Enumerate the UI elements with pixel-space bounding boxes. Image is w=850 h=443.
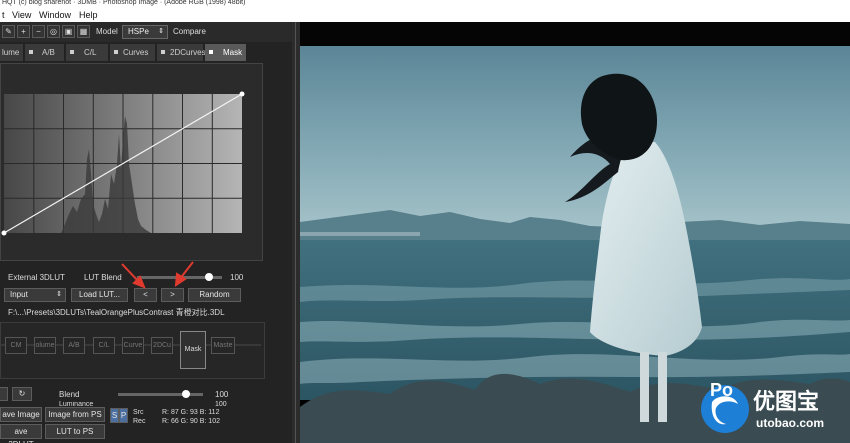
window-title: HQT (c) blog sharenot · 3DMB · Photoshop… xyxy=(0,0,850,8)
zoom-in-icon[interactable]: + xyxy=(17,25,30,38)
left-edge-button[interactable] xyxy=(0,387,8,401)
frame-icon[interactable]: ▣ xyxy=(62,25,75,38)
flow-node-volume[interactable]: olume xyxy=(34,337,56,354)
rec-label: Rec xyxy=(133,418,146,425)
eyedropper-icon[interactable]: ✎ xyxy=(2,25,15,38)
watermark-brand-cn: 优图宝 xyxy=(753,390,820,415)
blend-label: Blend xyxy=(59,390,80,399)
curve-point-black[interactable] xyxy=(1,230,7,236)
annotation-arrows xyxy=(121,261,194,289)
tab-label: A/B xyxy=(42,48,55,57)
leg-right xyxy=(658,352,667,422)
tab-marker-icon xyxy=(29,50,33,54)
flow-node-curves[interactable]: Curve xyxy=(122,337,144,354)
tab-label: 2DCurves xyxy=(170,48,206,57)
menu-bar: t View Window Help xyxy=(0,8,850,22)
flow-node-ab[interactable]: A/B xyxy=(63,337,85,354)
tab-label: Mask xyxy=(223,48,243,57)
rec-values: R: 66 G: 90 B: 102 xyxy=(162,418,220,425)
model-select-value: HSPe xyxy=(128,27,149,36)
tab-volume[interactable]: lume xyxy=(0,44,24,61)
luminance-label: Luminance xyxy=(59,401,94,406)
watermark-url: utobao.com xyxy=(756,416,824,430)
tab-marker-icon xyxy=(70,50,74,54)
toolbar: ✎ + − ◎ ▣ ▦ Model HSPe ⇕ Compare xyxy=(0,22,292,42)
tab-bar: lume A/B C/L Curves 2DCurves Mask xyxy=(0,44,292,61)
flow-node-mask[interactable]: Mask xyxy=(180,331,206,369)
zoom-out-icon[interactable]: − xyxy=(32,25,45,38)
panel-divider[interactable] xyxy=(292,22,300,443)
save-3dlut-button[interactable]: ave 3DLUT xyxy=(0,424,42,443)
menu-item-help[interactable]: Help xyxy=(79,8,98,22)
tab-marker-icon xyxy=(209,50,213,54)
reset-icon[interactable]: ↻ xyxy=(12,387,32,401)
menu-item-window[interactable]: Window xyxy=(39,8,71,22)
blend-value: 100 xyxy=(215,390,229,399)
spinner-icon: ⇕ xyxy=(158,28,164,35)
grid-icon[interactable]: ▦ xyxy=(77,25,90,38)
tab-marker-icon xyxy=(114,50,118,54)
flow-node-cm[interactable]: CM xyxy=(5,337,27,354)
blend-knob[interactable] xyxy=(182,390,190,398)
model-select[interactable]: HSPe ⇕ xyxy=(122,25,168,39)
tab-cl[interactable]: C/L xyxy=(66,44,109,61)
tab-marker-icon xyxy=(161,50,165,54)
pier xyxy=(300,232,420,236)
leg-left xyxy=(640,352,649,422)
curve-editor[interactable] xyxy=(0,63,263,261)
model-label: Model xyxy=(96,27,118,36)
p-toggle[interactable]: P xyxy=(119,408,128,423)
flow-node-cl[interactable]: C/L xyxy=(93,337,115,354)
flow-node-master[interactable]: Maste xyxy=(211,337,235,354)
tab-label: Curves xyxy=(123,48,149,57)
tab-label: lume xyxy=(2,48,20,57)
blend-slider[interactable] xyxy=(118,393,203,396)
watermark-prefix: Po xyxy=(710,380,734,400)
image-from-ps-button[interactable]: Image from PS xyxy=(45,407,105,422)
tab-ab[interactable]: A/B xyxy=(25,44,65,61)
watermark: Po 优图宝 utobao.com xyxy=(698,378,848,440)
processing-flow: CM olume A/B C/L Curve 2DCu Mask Maste xyxy=(0,322,265,379)
curve-graph[interactable] xyxy=(1,64,264,262)
lut-to-ps-button[interactable]: LUT to PS xyxy=(45,424,105,439)
tab-mask[interactable]: Mask xyxy=(205,44,247,61)
menu-item-t[interactable]: t xyxy=(2,8,5,22)
luminance-value: 100 xyxy=(215,401,227,406)
tab-label: C/L xyxy=(84,48,97,57)
src-values: R: 87 G: 93 B: 112 xyxy=(162,409,220,416)
curve-point-white[interactable] xyxy=(239,91,245,97)
menu-item-view[interactable]: View xyxy=(12,8,31,22)
tab-curves[interactable]: Curves xyxy=(110,44,156,61)
image-preview[interactable]: Po 优图宝 utobao.com xyxy=(300,22,850,443)
src-label: Src xyxy=(133,409,144,416)
tab-2dcurves[interactable]: 2DCurves xyxy=(157,44,206,61)
flow-node-2dcurves[interactable]: 2DCu xyxy=(151,337,173,354)
zoom-fit-icon[interactable]: ◎ xyxy=(47,25,60,38)
save-image-button[interactable]: ave Image xyxy=(0,407,42,422)
compare-label[interactable]: Compare xyxy=(173,27,206,36)
s-toggle[interactable]: S xyxy=(110,408,119,423)
